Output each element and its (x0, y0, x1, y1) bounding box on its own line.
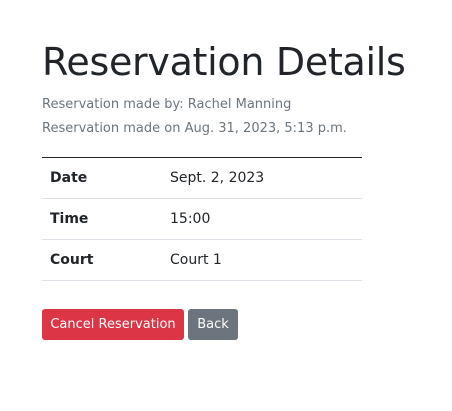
time-value: 15:00 (162, 198, 362, 240)
date-label: Date (42, 157, 162, 199)
table-row-time: Time 15:00 (42, 198, 362, 240)
court-value: Court 1 (162, 239, 362, 281)
reservation-details-page: Reservation Details Reservation made by:… (0, 0, 452, 411)
page-title: Reservation Details (42, 40, 406, 84)
reservation-details-table: Date Sept. 2, 2023 Time 15:00 Court Cour… (42, 157, 362, 281)
table-row-court: Court Court 1 (42, 239, 362, 281)
cancel-reservation-button[interactable]: Cancel Reservation (42, 309, 184, 340)
back-button[interactable]: Back (188, 309, 238, 340)
date-value: Sept. 2, 2023 (162, 157, 362, 199)
time-label: Time (42, 198, 162, 240)
reservation-made-on: Reservation made on Aug. 31, 2023, 5:13 … (42, 121, 347, 136)
table-row-date: Date Sept. 2, 2023 (42, 157, 362, 199)
court-label: Court (42, 239, 162, 281)
reservation-made-by: Reservation made by: Rachel Manning (42, 97, 292, 112)
